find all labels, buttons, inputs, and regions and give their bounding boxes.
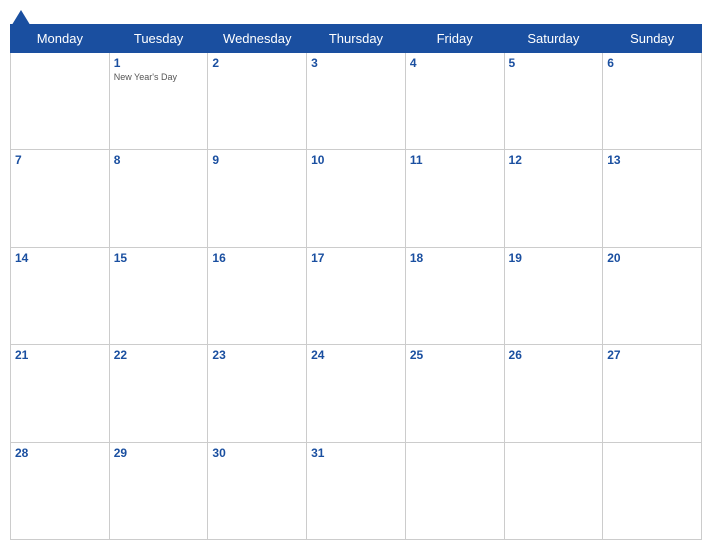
day-number: 12 <box>509 153 599 167</box>
day-number: 28 <box>15 446 105 460</box>
day-number: 21 <box>15 348 105 362</box>
calendar-week-row: 789 10 11 12 13 <box>11 150 702 247</box>
logo-area <box>10 10 34 33</box>
day-number: 29 <box>114 446 204 460</box>
calendar-header <box>10 10 702 18</box>
calendar-day-cell <box>603 442 702 539</box>
calendar-day-cell: 7 <box>11 150 110 247</box>
weekday-header-cell: Thursday <box>307 25 406 53</box>
day-number: 5 <box>509 56 599 70</box>
calendar-day-cell: 24 <box>307 345 406 442</box>
day-number: 10 <box>311 153 401 167</box>
calendar-week-row: 14 15 16 17 18 19 20 <box>11 247 702 344</box>
day-number: 1 <box>114 56 204 70</box>
day-number: 25 <box>410 348 500 362</box>
calendar-day-cell: 16 <box>208 247 307 344</box>
holiday-label: New Year's Day <box>114 72 204 83</box>
calendar-day-cell: 10 <box>307 150 406 247</box>
day-number: 20 <box>607 251 697 265</box>
day-number: 27 <box>607 348 697 362</box>
calendar-day-cell: 6 <box>603 53 702 150</box>
calendar-day-cell: 30 <box>208 442 307 539</box>
calendar-day-cell: 23 <box>208 345 307 442</box>
calendar-day-cell: 1 New Year's Day <box>109 53 208 150</box>
day-number: 23 <box>212 348 302 362</box>
day-number: 9 <box>212 153 302 167</box>
weekday-header-cell: Sunday <box>603 25 702 53</box>
calendar-table: MondayTuesdayWednesdayThursdayFridaySatu… <box>10 24 702 540</box>
day-number: 30 <box>212 446 302 460</box>
calendar-day-cell: 15 <box>109 247 208 344</box>
day-number: 16 <box>212 251 302 265</box>
calendar-day-cell: 4 <box>405 53 504 150</box>
day-number: 3 <box>311 56 401 70</box>
calendar-day-cell: 26 <box>504 345 603 442</box>
day-number: 17 <box>311 251 401 265</box>
weekday-header-cell: Tuesday <box>109 25 208 53</box>
calendar-day-cell: 9 <box>208 150 307 247</box>
calendar-week-row: 21 22 23 24 25 26 27 <box>11 345 702 442</box>
day-number: 13 <box>607 153 697 167</box>
weekday-header-cell: Friday <box>405 25 504 53</box>
day-number: 7 <box>15 153 105 167</box>
day-number: 24 <box>311 348 401 362</box>
calendar-week-row: 28 29 30 31 <box>11 442 702 539</box>
calendar: MondayTuesdayWednesdayThursdayFridaySatu… <box>0 0 712 550</box>
calendar-day-cell: 17 <box>307 247 406 344</box>
weekday-header: MondayTuesdayWednesdayThursdayFridaySatu… <box>11 25 702 53</box>
calendar-day-cell <box>11 53 110 150</box>
calendar-day-cell <box>405 442 504 539</box>
calendar-day-cell: 12 <box>504 150 603 247</box>
day-number: 22 <box>114 348 204 362</box>
calendar-day-cell: 29 <box>109 442 208 539</box>
calendar-day-cell: 20 <box>603 247 702 344</box>
day-number: 26 <box>509 348 599 362</box>
calendar-day-cell: 14 <box>11 247 110 344</box>
calendar-day-cell: 8 <box>109 150 208 247</box>
day-number: 11 <box>410 153 500 167</box>
calendar-day-cell: 27 <box>603 345 702 442</box>
calendar-week-row: 1 New Year's Day 23456 <box>11 53 702 150</box>
calendar-day-cell: 19 <box>504 247 603 344</box>
day-number: 19 <box>509 251 599 265</box>
day-number: 2 <box>212 56 302 70</box>
day-number: 8 <box>114 153 204 167</box>
calendar-day-cell: 25 <box>405 345 504 442</box>
calendar-day-cell: 3 <box>307 53 406 150</box>
calendar-day-cell: 21 <box>11 345 110 442</box>
calendar-day-cell: 2 <box>208 53 307 150</box>
day-number: 31 <box>311 446 401 460</box>
day-number: 14 <box>15 251 105 265</box>
day-number: 15 <box>114 251 204 265</box>
day-number: 4 <box>410 56 500 70</box>
calendar-day-cell: 31 <box>307 442 406 539</box>
logo-bird-icon <box>10 10 32 33</box>
weekday-header-cell: Wednesday <box>208 25 307 53</box>
calendar-day-cell: 28 <box>11 442 110 539</box>
calendar-day-cell: 22 <box>109 345 208 442</box>
day-number: 18 <box>410 251 500 265</box>
calendar-day-cell: 13 <box>603 150 702 247</box>
calendar-day-cell: 5 <box>504 53 603 150</box>
calendar-day-cell: 11 <box>405 150 504 247</box>
weekday-header-cell: Saturday <box>504 25 603 53</box>
calendar-day-cell <box>504 442 603 539</box>
day-number: 6 <box>607 56 697 70</box>
calendar-day-cell: 18 <box>405 247 504 344</box>
